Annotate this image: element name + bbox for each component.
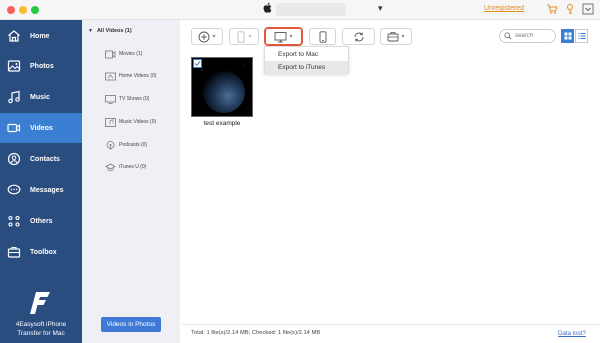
sidebar-item-toolbox[interactable]: Toolbox <box>0 237 82 267</box>
toolbox-briefcase-icon <box>388 32 399 42</box>
category-label: Music Videos (0) <box>119 119 157 125</box>
itunes-u-icon <box>104 162 116 172</box>
messages-icon <box>6 182 22 198</box>
chevron-down-icon: ▾ <box>401 34 405 40</box>
brand-name-line: Transfer for Mac <box>17 330 65 337</box>
export-dropdown-menu: Export to Mac Export to iTunes <box>264 46 349 74</box>
device-export-icon <box>238 30 245 43</box>
category-label: Movies (1) <box>119 51 143 57</box>
home-icon <box>6 28 22 44</box>
sidebar-item-label: Music <box>30 93 50 101</box>
toolbox-icon <box>6 244 22 260</box>
chevron-down-icon[interactable]: ▾ <box>378 3 383 14</box>
phone-icon <box>319 30 326 43</box>
menu-icon[interactable] <box>582 3 594 15</box>
toolbox-dropdown-button[interactable]: ▾ <box>380 28 412 45</box>
category-music-videos[interactable]: Music Videos (0) <box>104 116 156 128</box>
category-label: TV Shows (0) <box>119 96 150 102</box>
sidebar-item-contacts[interactable]: Contacts <box>0 144 82 174</box>
category-podcasts[interactable]: Podcasts (0) <box>104 139 147 151</box>
videos-in-photos-button[interactable]: Videos in Photos <box>101 317 161 332</box>
add-button[interactable]: ▾ <box>191 28 223 45</box>
chevron-down-icon: ▾ <box>248 34 252 40</box>
export-to-device-button[interactable]: ▾ <box>229 28 259 45</box>
item-checkbox[interactable] <box>193 59 202 68</box>
menu-item-export-to-mac[interactable]: Export to Mac <box>265 48 348 61</box>
sidebar-item-label: Others <box>30 217 53 225</box>
chevron-down-icon: ▾ <box>212 34 216 40</box>
cart-icon[interactable] <box>546 3 558 15</box>
category-header-all-videos[interactable]: ▼ All Videos (1) <box>82 24 180 38</box>
minimize-window-button[interactable] <box>19 6 27 14</box>
collapse-triangle-icon[interactable]: ▼ <box>88 28 93 34</box>
key-icon[interactable] <box>564 3 576 15</box>
sidebar-item-music[interactable]: Music <box>0 82 82 112</box>
phone-transfer-button[interactable] <box>309 28 336 45</box>
category-label: Podcasts (0) <box>119 142 148 148</box>
list-view-button[interactable] <box>575 29 588 43</box>
movie-icon <box>104 49 116 59</box>
others-icon <box>6 213 22 229</box>
music-icon <box>6 89 22 105</box>
sync-button[interactable] <box>342 28 375 45</box>
sidebar-item-label: Home <box>30 32 50 40</box>
search-input[interactable] <box>515 33 555 39</box>
category-itunes-u[interactable]: iTunes U (0) <box>104 161 146 173</box>
category-label: Home Videos (0) <box>119 73 157 79</box>
chevron-down-icon: ▾ <box>289 34 293 40</box>
photos-icon <box>6 58 22 74</box>
add-icon <box>199 31 210 42</box>
sidebar-item-others[interactable]: Others <box>0 206 82 236</box>
status-text: Total: 1 file(s)/2.14 MB; Checked: 1 fil… <box>191 330 321 336</box>
brand-name-line: 4Easysoft iPhone <box>15 321 67 328</box>
video-caption: test example <box>203 120 241 127</box>
apple-icon <box>263 2 272 13</box>
device-selector[interactable] <box>276 3 346 16</box>
app-window: ▾ Unregistered Home Photos Music Videos … <box>0 0 600 343</box>
sidebar-item-label: Videos <box>30 124 53 132</box>
videos-icon <box>6 120 22 136</box>
data-lost-link[interactable]: Data lost? <box>558 330 586 337</box>
sidebar-item-messages[interactable]: Messages <box>0 175 82 205</box>
category-home-videos[interactable]: Home Videos (0) <box>104 70 156 82</box>
contacts-icon <box>6 151 22 167</box>
zoom-window-button[interactable] <box>31 6 39 14</box>
category-tv-shows[interactable]: TV Shows (0) <box>104 93 149 105</box>
sidebar-item-home[interactable]: Home <box>0 21 82 51</box>
sidebar-item-photos[interactable]: Photos <box>0 51 82 81</box>
list-view-icon <box>578 33 585 39</box>
podcast-icon <box>104 140 116 150</box>
grid-view-button[interactable] <box>561 29 574 43</box>
footer-divider <box>182 324 600 325</box>
brand-name: 4Easysoft iPhone Transfer for Mac <box>0 320 82 338</box>
sidebar-item-label: Contacts <box>30 155 60 163</box>
category-panel: ▼ All Videos (1) Movies (1) Home Videos … <box>82 20 180 343</box>
music-video-icon <box>104 117 116 127</box>
close-window-button[interactable] <box>7 6 15 14</box>
unregistered-link[interactable]: Unregistered <box>484 5 524 12</box>
sidebar-item-videos[interactable]: Videos <box>0 113 82 143</box>
home-video-icon <box>104 71 116 81</box>
sidebar-item-label: Toolbox <box>30 248 57 256</box>
category-label: iTunes U (0) <box>119 164 147 170</box>
sidebar: Home Photos Music Videos Contacts Messag… <box>0 20 82 343</box>
checkmark-icon <box>194 61 201 67</box>
sidebar-item-label: Photos <box>30 62 54 70</box>
export-to-computer-button[interactable]: ▾ <box>264 27 303 46</box>
grid-view-icon <box>564 32 571 40</box>
sync-icon <box>354 32 363 41</box>
sidebar-item-label: Messages <box>30 186 64 194</box>
search-icon <box>504 32 512 40</box>
tv-icon <box>104 94 116 104</box>
menu-item-export-to-itunes[interactable]: Export to iTunes <box>265 61 348 74</box>
category-movies[interactable]: Movies (1) <box>104 48 142 60</box>
export-to-computer-icon <box>275 31 287 42</box>
search-box[interactable] <box>499 29 556 43</box>
title-bar: ▾ Unregistered <box>0 0 600 20</box>
category-header-label: All Videos (1) <box>96 28 132 34</box>
brand-logo <box>30 292 50 314</box>
